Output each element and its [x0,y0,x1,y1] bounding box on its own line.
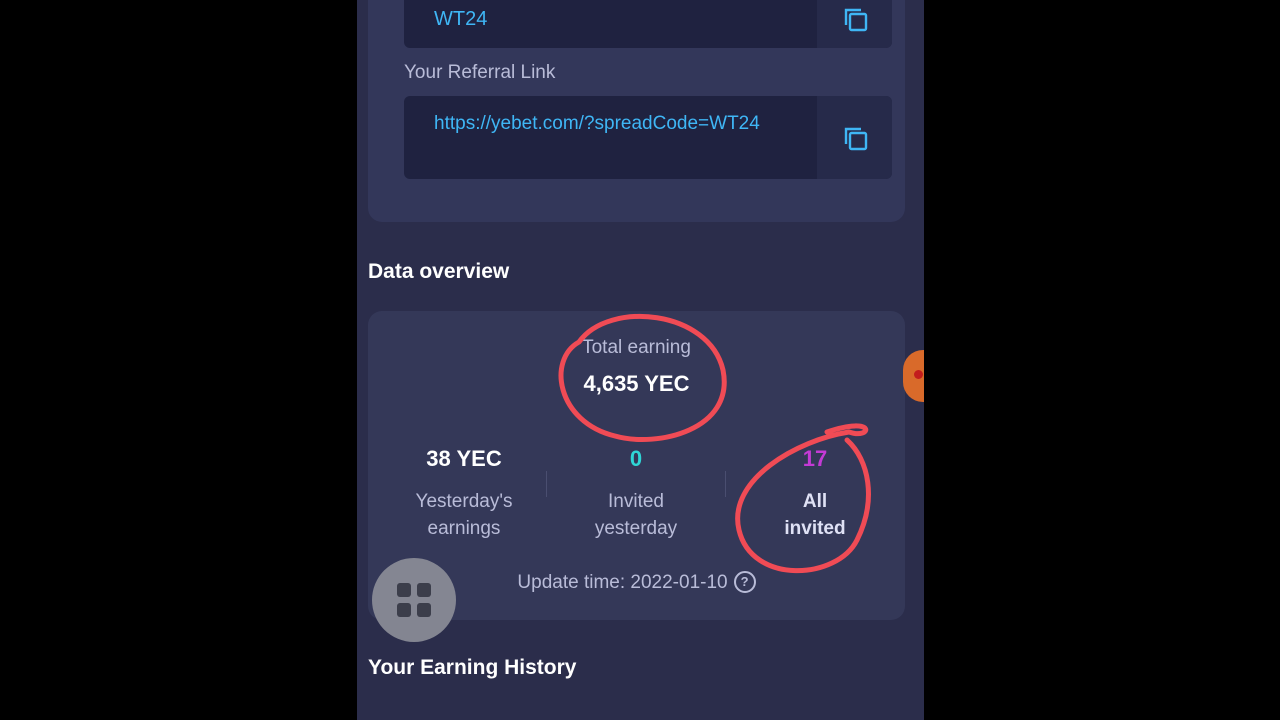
grid-menu-icon [417,583,431,597]
total-earning-label: Total earning [582,337,691,358]
earning-history-title: Your Earning History [368,656,577,679]
update-time-text: Update time: 2022-01-10 [517,572,728,593]
grid-menu-icon [397,583,411,597]
copy-icon [844,8,867,32]
copy-link-button[interactable] [817,96,892,179]
stat-all-invited: 17 All invited [740,446,890,542]
stat-value: 38 YEC [426,446,502,471]
stat-divider [546,471,547,497]
grid-menu-icon [417,603,431,617]
mobile-screen: WT24 Your Referral Link https://yebet.co… [357,0,924,720]
total-earning-value: 4,635 YEC [583,371,690,396]
stat-label: Invited yesterday [594,491,678,539]
referral-link-value[interactable]: https://yebet.com/?spreadCode=WT24 [434,110,804,137]
data-overview-title: Data overview [368,260,510,283]
stat-label: All invited [784,491,846,539]
grid-menu-icon [397,603,411,617]
stat-divider [725,471,726,497]
referral-code-field: WT24 [404,0,892,48]
copy-code-button[interactable] [817,0,892,48]
referral-link-field: https://yebet.com/?spreadCode=WT24 [404,96,892,179]
stat-yesterday-earnings: 38 YEC Yesterday's earnings [389,446,539,542]
help-icon[interactable]: ? [733,571,756,593]
referral-card: WT24 Your Referral Link https://yebet.co… [368,0,905,222]
stat-label: Yesterday's earnings [415,491,513,539]
stat-value: 17 [802,446,828,471]
stat-value: 0 [629,446,643,471]
stat-invited-yesterday: 0 Invited yesterday [561,446,711,542]
data-overview-card: Total earning 4,635 YEC 38 YEC Yesterday… [368,311,905,620]
referral-link-label: Your Referral Link [404,62,556,83]
copy-icon [844,127,867,150]
grid-menu-button[interactable] [372,558,456,642]
referral-code-value: WT24 [434,8,488,30]
floating-bubble[interactable] [903,350,924,402]
